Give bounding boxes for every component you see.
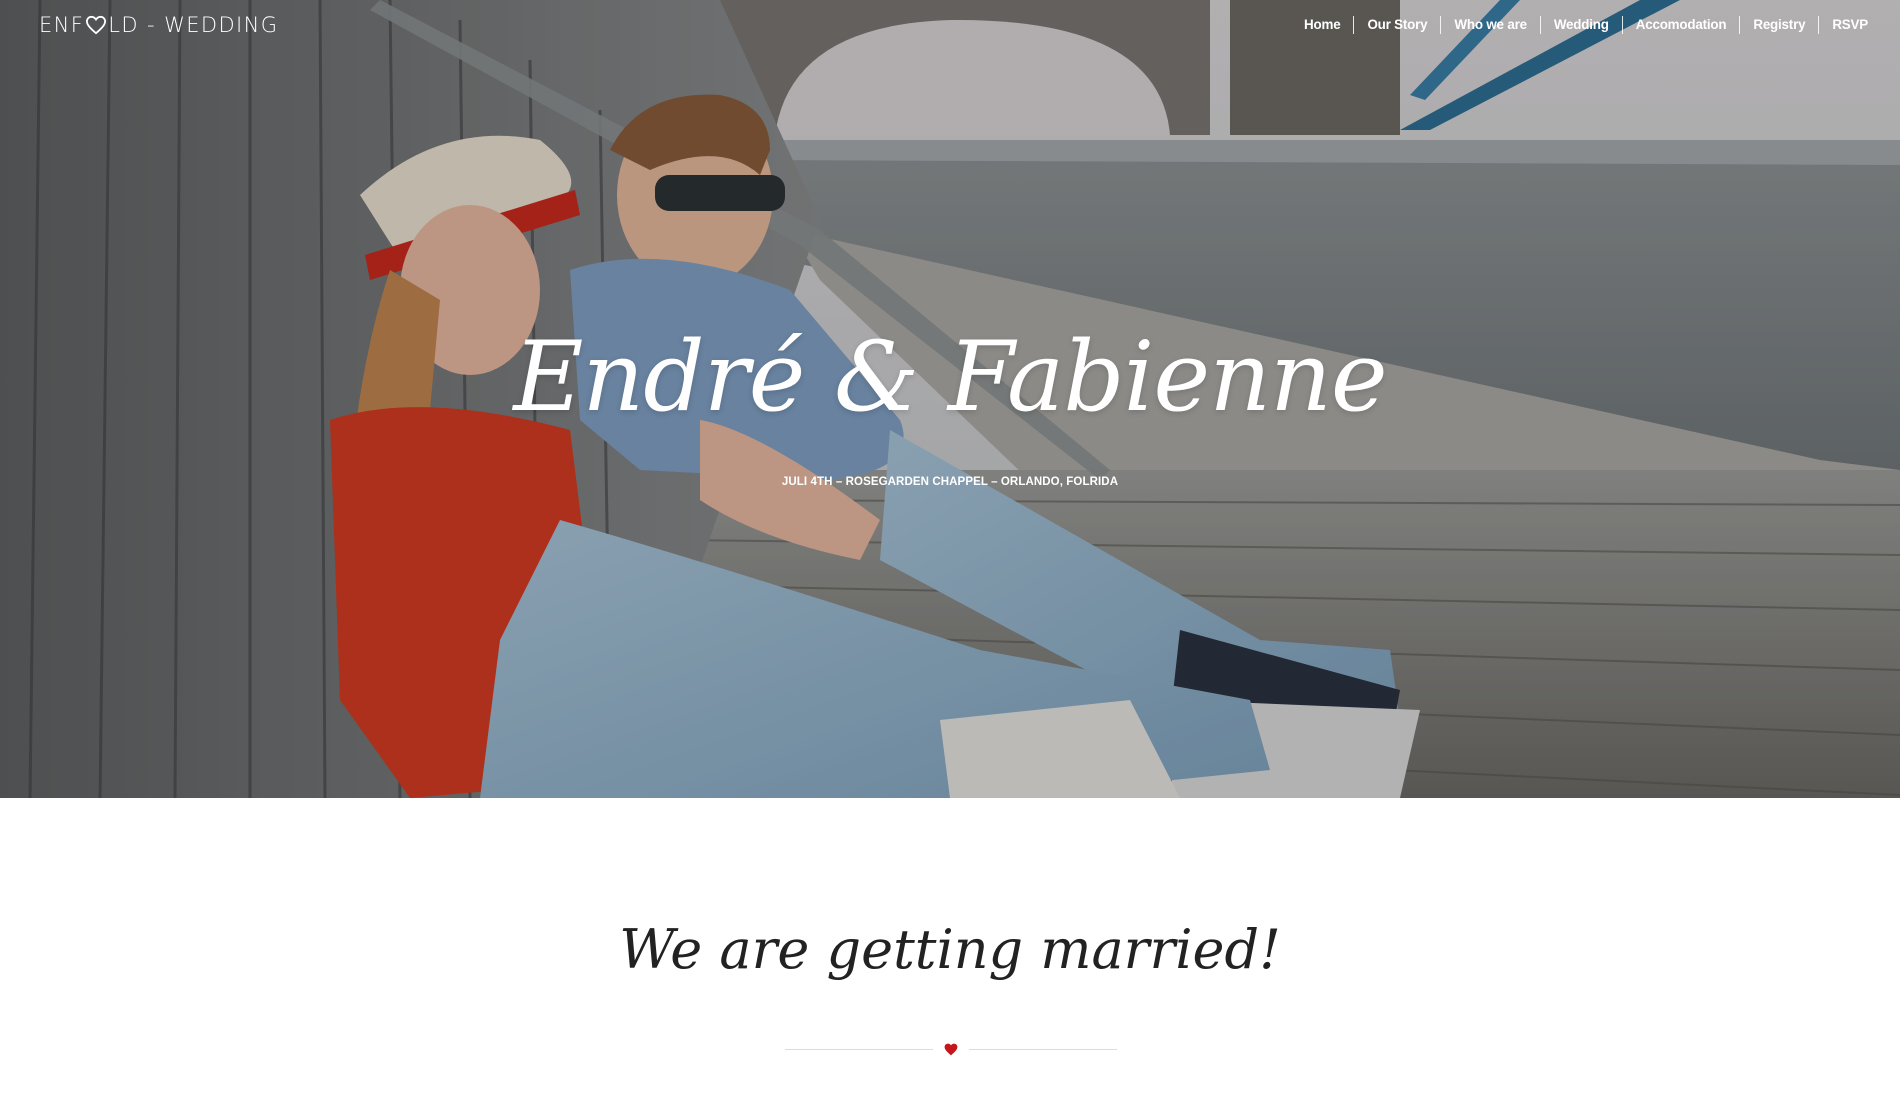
heart-outline-icon (85, 15, 107, 35)
nav-item-wedding[interactable]: Wedding (1539, 16, 1622, 34)
site-logo[interactable]: ENF LD - WEDDING (39, 12, 278, 38)
nav-item-our-story[interactable]: Our Story (1353, 16, 1440, 34)
nav-item-home[interactable]: Home (1291, 16, 1353, 34)
logo-text-right: LD - WEDDING (108, 13, 279, 37)
divider-line-right (969, 1049, 1117, 1050)
hero-title: Endré & Fabienne (513, 321, 1387, 433)
hero-section: ENF LD - WEDDING Home Our Story Who we a… (0, 0, 1900, 798)
nav-item-registry[interactable]: Registry (1739, 16, 1818, 34)
hero-subtitle: JULI 4TH – ROSEGARDEN CHAPPEL – ORLANDO,… (781, 476, 1119, 488)
heart-icon (944, 1043, 958, 1056)
logo-text-left: ENF (39, 13, 85, 37)
site-header: ENF LD - WEDDING Home Our Story Who we a… (0, 0, 1900, 50)
section-divider (785, 1040, 1117, 1060)
main-nav: Home Our Story Who we are Wedding Accomo… (1291, 14, 1868, 36)
nav-item-rsvp[interactable]: RSVP (1818, 16, 1868, 34)
nav-item-who-we-are[interactable]: Who we are (1440, 16, 1539, 34)
intro-heading: We are getting married! (619, 918, 1281, 981)
nav-item-accomodation[interactable]: Accomodation (1621, 16, 1740, 34)
divider-line-left (785, 1049, 933, 1050)
